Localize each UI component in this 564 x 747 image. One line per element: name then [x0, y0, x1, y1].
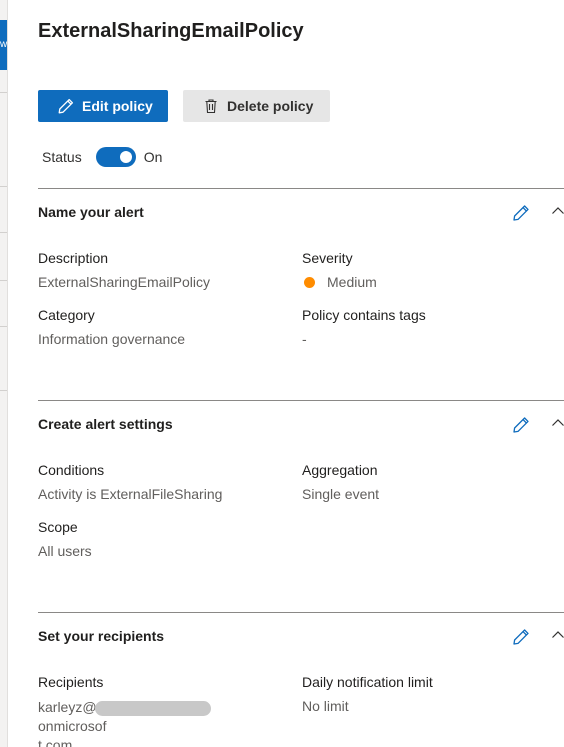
status-label: Status [42, 149, 82, 165]
section-divider [38, 400, 564, 401]
field-scope: Scope All users [38, 519, 92, 559]
trash-icon [205, 99, 217, 114]
section-name-your-alert: Name your alert Description ExternalShar… [38, 188, 564, 398]
redacted-block [94, 700, 211, 716]
severity-dot-icon [304, 276, 315, 288]
field-label: Recipients [38, 674, 104, 690]
background-divider [0, 326, 7, 327]
field-policy-tags: Policy contains tags - [302, 307, 426, 347]
section-set-your-recipients: Set your recipients Recipients karleyz@ o… [38, 612, 564, 747]
background-divider [0, 232, 7, 233]
policy-details-panel: ExternalSharingEmailPolicy Edit policy D… [38, 0, 564, 747]
background-divider [0, 280, 7, 281]
field-label: Severity [302, 250, 353, 266]
delete-policy-label: Delete policy [227, 98, 314, 114]
section-create-alert-settings: Create alert settings Conditions Activit… [38, 400, 564, 610]
field-daily-notification-limit: Daily notification limit No limit [302, 674, 433, 714]
recipient-email-suffix: onmicrosof [38, 718, 107, 734]
field-label: Aggregation [302, 462, 378, 478]
chevron-up-icon[interactable] [551, 204, 564, 218]
page-title: ExternalSharingEmailPolicy [38, 20, 304, 42]
field-value: Activity is ExternalFileSharing [38, 486, 223, 502]
chevron-up-icon[interactable] [551, 628, 564, 642]
recipient-email-prefix: karleyz@ [38, 699, 97, 715]
field-conditions: Conditions Activity is ExternalFileShari… [38, 462, 222, 502]
status-value: On [143, 149, 163, 165]
status-toggle[interactable] [95, 147, 136, 167]
section-divider [38, 188, 564, 189]
field-label: Conditions [38, 462, 105, 478]
field-label: Description [38, 250, 109, 266]
section-title: Set your recipients [38, 628, 165, 644]
field-value: No limit [302, 698, 349, 714]
pencil-icon [58, 98, 74, 114]
field-label: Category [38, 307, 95, 323]
severity-value: Medium [327, 274, 377, 290]
section-divider [38, 612, 564, 613]
field-recipients: Recipients karleyz@ onmicrosof t.com [38, 674, 273, 747]
field-category: Category Information governance [38, 307, 185, 347]
background-divider [0, 390, 7, 391]
field-value: Single event [302, 486, 380, 502]
edit-policy-button[interactable]: Edit policy [38, 90, 168, 122]
background-divider [0, 92, 7, 93]
background-divider [0, 186, 7, 187]
edit-section-pencil-icon[interactable] [512, 416, 530, 434]
field-value: - [302, 331, 307, 347]
toggle-knob [119, 151, 132, 163]
delete-policy-button[interactable]: Delete policy [183, 90, 330, 122]
field-label: Policy contains tags [302, 307, 426, 323]
recipient-email-line2: t.com [38, 737, 73, 747]
background-page-tab: w [0, 20, 7, 70]
field-label: Daily notification limit [302, 674, 433, 690]
field-severity: Severity Medium [302, 250, 377, 290]
section-title: Name your alert [38, 204, 144, 220]
section-title: Create alert settings [38, 416, 173, 432]
field-value: Medium [302, 274, 377, 290]
field-value: Information governance [38, 331, 186, 347]
edit-section-pencil-icon[interactable] [512, 204, 530, 222]
edit-policy-label: Edit policy [82, 98, 153, 114]
background-tab-char: w [0, 39, 7, 50]
field-value: ExternalSharingEmailPolicy [38, 274, 210, 290]
edit-section-pencil-icon[interactable] [512, 628, 530, 646]
status-row: Status On [42, 147, 162, 167]
field-description: Description ExternalSharingEmailPolicy [38, 250, 210, 290]
field-label: Scope [38, 519, 78, 535]
field-value: All users [38, 543, 92, 559]
recipients-value: karleyz@ onmicrosof t.com [38, 698, 273, 747]
field-aggregation: Aggregation Single event [302, 462, 379, 502]
chevron-up-icon[interactable] [551, 416, 564, 430]
background-page-edge: w [0, 0, 8, 747]
